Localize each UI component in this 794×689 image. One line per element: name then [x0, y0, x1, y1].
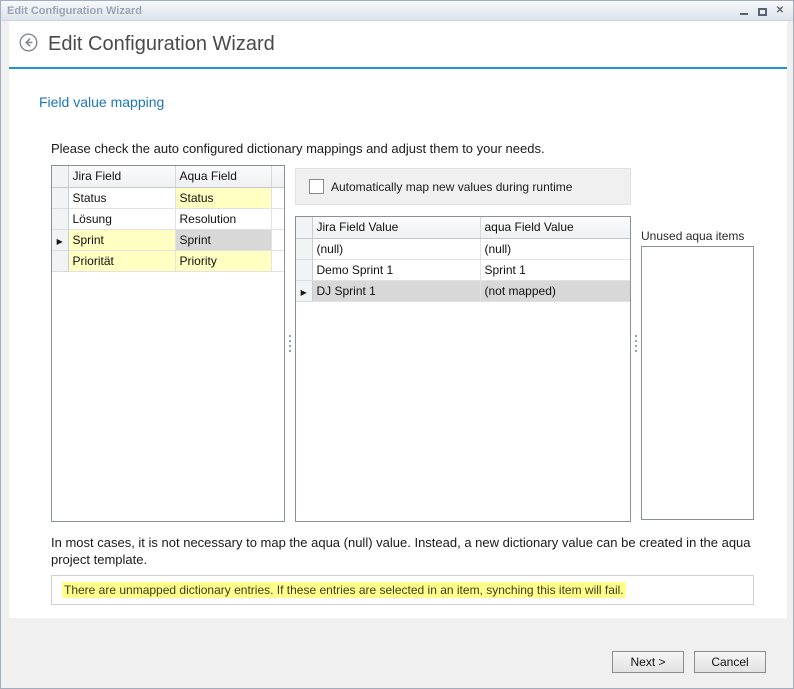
splitter-right[interactable]	[631, 165, 641, 522]
wizard-panel: Edit Configuration Wizard Field value ma…	[9, 21, 787, 618]
value-mapping-column: Automatically map new values during runt…	[295, 165, 631, 522]
field-mapping-table: Jira Field Aqua Field Status Status	[52, 166, 284, 272]
field-mapping-grid: Jira Field Aqua Field Status Status	[51, 165, 285, 522]
row-selector-header	[296, 217, 312, 238]
row-selector	[296, 238, 312, 259]
cell-filler	[271, 208, 284, 229]
value-mapping-grid: Jira Field Value aqua Field Value (null)…	[295, 216, 631, 522]
cell-jira-field[interactable]: Lösung	[68, 208, 175, 229]
table-row[interactable]: Lösung Resolution	[52, 208, 284, 229]
cell-jira-field-value[interactable]: DJ Sprint 1	[312, 280, 480, 301]
row-selector: ▶	[296, 280, 312, 301]
section-title: Field value mapping	[39, 94, 787, 110]
footer-buttons: Next > Cancel	[612, 651, 766, 673]
wizard-window: Edit Configuration Wizard ✕ Edit Configu…	[0, 0, 794, 689]
table-row[interactable]: Status Status	[52, 187, 284, 208]
table-row-selected[interactable]: ▶ DJ Sprint 1 (not mapped)	[296, 280, 630, 301]
header-row: Jira Field Aqua Field	[52, 166, 284, 187]
selected-row-arrow-icon: ▶	[301, 288, 307, 297]
mapping-area: Jira Field Aqua Field Status Status	[51, 165, 787, 522]
maximize-icon[interactable]	[755, 4, 769, 17]
selected-row-arrow-icon: ▶	[57, 237, 63, 246]
column-header-aqua-field-value[interactable]: aqua Field Value	[480, 217, 630, 238]
row-selector	[52, 250, 68, 271]
back-button[interactable]	[19, 34, 39, 54]
table-row-selected[interactable]: ▶ Sprint Sprint	[52, 229, 284, 250]
cell-filler	[271, 187, 284, 208]
cell-aqua-field[interactable]: Resolution	[175, 208, 271, 229]
instruction-text: Please check the auto configured diction…	[51, 141, 787, 156]
minimize-icon[interactable]	[737, 4, 751, 17]
cell-jira-field[interactable]: Sprint	[68, 229, 175, 250]
cell-jira-field[interactable]: Priorität	[68, 250, 175, 271]
titlebar-controls: ✕	[737, 4, 787, 17]
cell-aqua-field-value[interactable]: (null)	[480, 238, 630, 259]
warning-box: There are unmapped dictionary entries. I…	[51, 575, 754, 605]
row-selector	[52, 208, 68, 229]
unused-items-column: Unused aqua items	[641, 165, 754, 522]
row-selector: ▶	[52, 229, 68, 250]
cell-aqua-field[interactable]: Priority	[175, 250, 271, 271]
wizard-header: Edit Configuration Wizard	[9, 21, 787, 69]
table-row[interactable]: Demo Sprint 1 Sprint 1	[296, 259, 630, 280]
note-text: In most cases, it is not necessary to ma…	[51, 534, 751, 568]
auto-map-checkbox-label[interactable]: Automatically map new values during runt…	[331, 180, 572, 194]
row-selector	[296, 259, 312, 280]
column-header-jira-field-value[interactable]: Jira Field Value	[312, 217, 480, 238]
warning-text: There are unmapped dictionary entries. I…	[62, 582, 626, 598]
cell-jira-field-value[interactable]: Demo Sprint 1	[312, 259, 480, 280]
cell-aqua-field-value[interactable]: Sprint 1	[480, 259, 630, 280]
back-arrow-icon	[19, 33, 38, 55]
row-selector-header	[52, 166, 68, 187]
cell-aqua-field[interactable]: Sprint	[175, 229, 271, 250]
table-row[interactable]: Priorität Priority	[52, 250, 284, 271]
titlebar[interactable]: Edit Configuration Wizard ✕	[1, 1, 793, 21]
header-row: Jira Field Value aqua Field Value	[296, 217, 630, 238]
cell-jira-field[interactable]: Status	[68, 187, 175, 208]
header-filler	[271, 166, 284, 187]
cell-aqua-field[interactable]: Status	[175, 187, 271, 208]
wizard-content: Field value mapping Please check the aut…	[9, 69, 787, 605]
cell-aqua-field-value[interactable]: (not mapped)	[480, 280, 630, 301]
close-icon[interactable]: ✕	[773, 4, 787, 17]
table-row[interactable]: (null) (null)	[296, 238, 630, 259]
column-header-jira-field[interactable]: Jira Field	[68, 166, 175, 187]
page-title: Edit Configuration Wizard	[48, 33, 275, 56]
cell-filler	[271, 229, 284, 250]
cancel-button[interactable]: Cancel	[694, 651, 766, 673]
unused-aqua-items-list[interactable]	[641, 246, 754, 520]
value-mapping-table: Jira Field Value aqua Field Value (null)…	[296, 217, 630, 302]
cell-filler	[271, 250, 284, 271]
next-button[interactable]: Next >	[612, 651, 684, 673]
unused-aqua-items-label: Unused aqua items	[641, 229, 754, 243]
splitter-left[interactable]	[285, 165, 295, 522]
titlebar-title: Edit Configuration Wizard	[7, 5, 142, 17]
auto-map-checkbox[interactable]	[309, 179, 324, 194]
cell-jira-field-value[interactable]: (null)	[312, 238, 480, 259]
column-header-aqua-field[interactable]: Aqua Field	[175, 166, 271, 187]
auto-map-panel: Automatically map new values during runt…	[295, 168, 631, 205]
row-selector	[52, 187, 68, 208]
